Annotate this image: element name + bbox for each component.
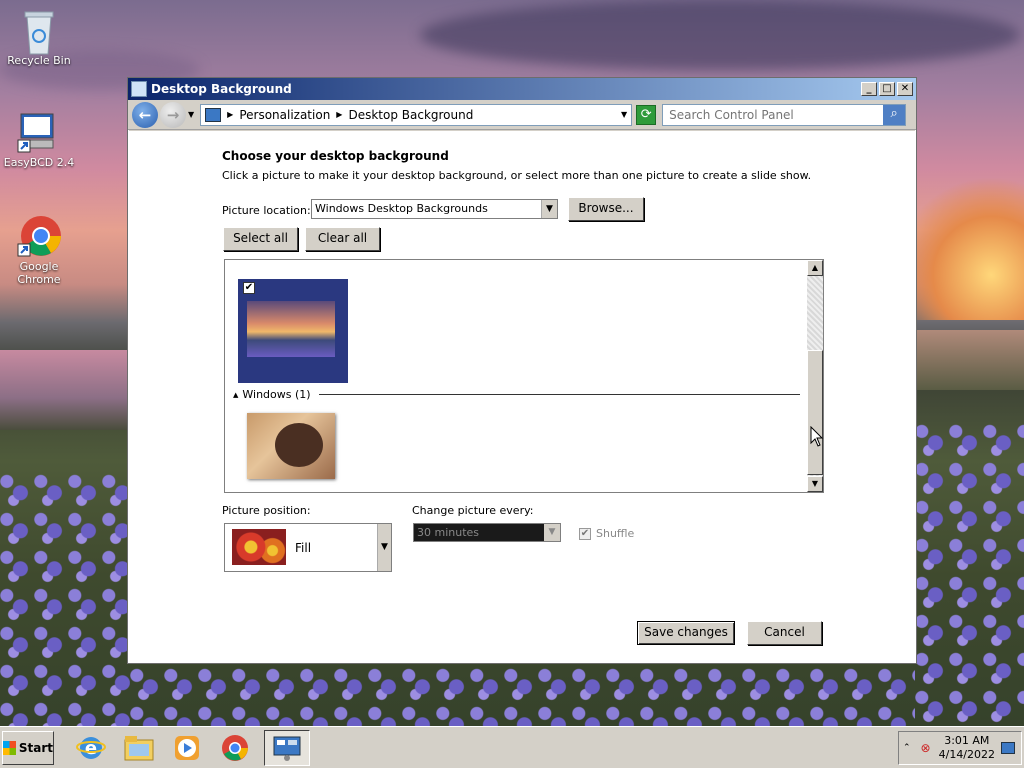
mouse-cursor-icon [810,426,824,447]
checkbox-checked-icon[interactable]: ✔ [243,282,255,294]
scrollbar-thumb[interactable] [807,350,823,475]
change-every-select[interactable]: 30 minutes ▼ [413,523,561,542]
chocolate-image [275,423,323,467]
google-chrome-taskbar-icon[interactable] [216,730,254,766]
picture-gallery: ✔ ▲ Windows (1) ▲ ▼ [224,259,824,493]
control-panel-small-icon [205,107,222,122]
control-panel-icon [131,81,147,97]
search-icon[interactable]: ⌕ [883,104,906,125]
window-title: Desktop Background [151,82,292,96]
shuffle-label: Shuffle [596,527,635,540]
back-arrow-icon[interactable]: ← [132,101,158,128]
cloud [420,0,1020,70]
save-changes-button[interactable]: Save changes [637,621,735,645]
clock-date: 4/14/2022 [938,748,996,761]
start-button[interactable]: Start [2,730,54,765]
chevron-down-icon[interactable]: ▼ [541,200,557,218]
wallpaper-thumbnail-selected[interactable]: ✔ [238,279,348,383]
flowers [130,664,915,726]
windows-logo-icon [3,740,16,755]
change-every-label: Change picture every: [412,504,534,517]
search-box[interactable]: ⌕ [662,103,907,126]
maximize-button[interactable]: □ [879,82,895,96]
lake [0,350,130,430]
windows-explorer-icon[interactable] [120,730,158,766]
page-description: Click a picture to make it your desktop … [222,169,812,182]
title-bar[interactable]: Desktop Background _ □ ✕ [128,78,916,100]
picture-location-label: Picture location: [222,204,311,217]
wallpaper-thumbnail[interactable] [247,413,335,479]
taskbar: Start e ⌃ ⊗ 3:01 AM 4/14/2022 [0,726,1024,768]
sunset [915,170,1024,320]
lake [915,330,1024,390]
clear-all-button[interactable]: Clear all [305,227,380,251]
flowers [915,420,1024,726]
breadcrumb-personalization[interactable]: Personalization [239,108,330,122]
control-panel-taskbar-icon[interactable] [264,729,310,766]
chevron-down-icon[interactable]: ▼ [544,524,560,541]
desktop-icon-label: Google Chrome [17,260,61,286]
picture-position-label: Picture position: [222,504,311,517]
recycle-bin-icon [17,8,61,55]
content-area: Choose your desktop background Click a p… [129,131,915,663]
address-dropdown-icon[interactable]: ▼ [621,110,627,119]
breadcrumb-separator-icon[interactable]: ▶ [336,110,342,119]
picture-location-value: Windows Desktop Backgrounds [315,202,488,215]
search-input[interactable] [663,107,884,122]
shuffle-checkbox[interactable]: ✔ Shuffle [579,527,634,540]
gallery-scrollbar[interactable]: ▲ ▼ [807,260,823,492]
cancel-button[interactable]: Cancel [747,621,822,645]
navigation-bar: ← → ▼ ▶ Personalization ▶ Desktop Backgr… [128,100,916,130]
show-desktop-icon[interactable] [1001,742,1016,754]
desktop-icon-recycle-bin[interactable]: Recycle Bin [0,8,80,67]
desktop-icon-google-chrome[interactable]: Google Chrome [0,214,80,286]
desktop-icon-easybcd[interactable]: EasyBCD 2.4 [0,110,80,169]
chevron-down-icon[interactable]: ▼ [377,524,391,571]
page-title: Choose your desktop background [222,149,449,163]
fill-preview-image [232,529,286,565]
show-hidden-icons-icon[interactable]: ⌃ [903,743,911,753]
picture-position-value: Fill [295,541,312,555]
address-bar[interactable]: ▶ Personalization ▶ Desktop Background ▼ [200,103,633,126]
history-dropdown-icon[interactable]: ▼ [188,110,194,119]
easybcd-icon [17,110,61,154]
system-tray: ⌃ ⊗ 3:01 AM 4/14/2022 [898,731,1022,765]
group-header[interactable]: ▲ Windows (1) [233,388,800,401]
internet-explorer-icon[interactable]: e [72,730,110,766]
start-label: Start [18,740,53,755]
close-button[interactable]: ✕ [897,82,913,96]
picture-position-select[interactable]: Fill ▼ [224,523,392,572]
forward-arrow-icon[interactable]: → [160,101,186,128]
breadcrumb-desktop-background[interactable]: Desktop Background [348,108,473,122]
collapse-arrow-icon[interactable]: ▲ [233,391,238,399]
checkbox-checked-icon[interactable]: ✔ [579,527,591,540]
group-label: Windows (1) [242,388,311,401]
scroll-down-icon[interactable]: ▼ [807,476,823,492]
refresh-icon[interactable]: ⟳ [636,104,657,125]
minimize-button[interactable]: _ [861,82,877,96]
group-divider [318,394,800,395]
picture-location-select[interactable]: Windows Desktop Backgrounds ▼ [311,199,558,219]
change-every-value: 30 minutes [417,526,480,539]
clock-time: 3:01 AM [944,734,990,747]
scroll-up-icon[interactable]: ▲ [807,260,823,276]
lake-sunset-image [247,301,335,357]
flowers [0,470,130,726]
clock[interactable]: 3:01 AM 4/14/2022 [939,734,995,762]
media-player-icon[interactable] [168,730,206,766]
select-all-button[interactable]: Select all [223,227,298,251]
desktop-icon-label: EasyBCD 2.4 [3,156,75,169]
breadcrumb-separator-icon[interactable]: ▶ [227,110,233,119]
desktop-background-window: Desktop Background _ □ ✕ ← → ▼ ▶ Persona… [127,77,917,664]
network-disconnected-icon[interactable]: ⊗ [921,741,931,755]
browse-button[interactable]: Browse... [568,197,644,221]
chrome-icon [17,214,61,258]
